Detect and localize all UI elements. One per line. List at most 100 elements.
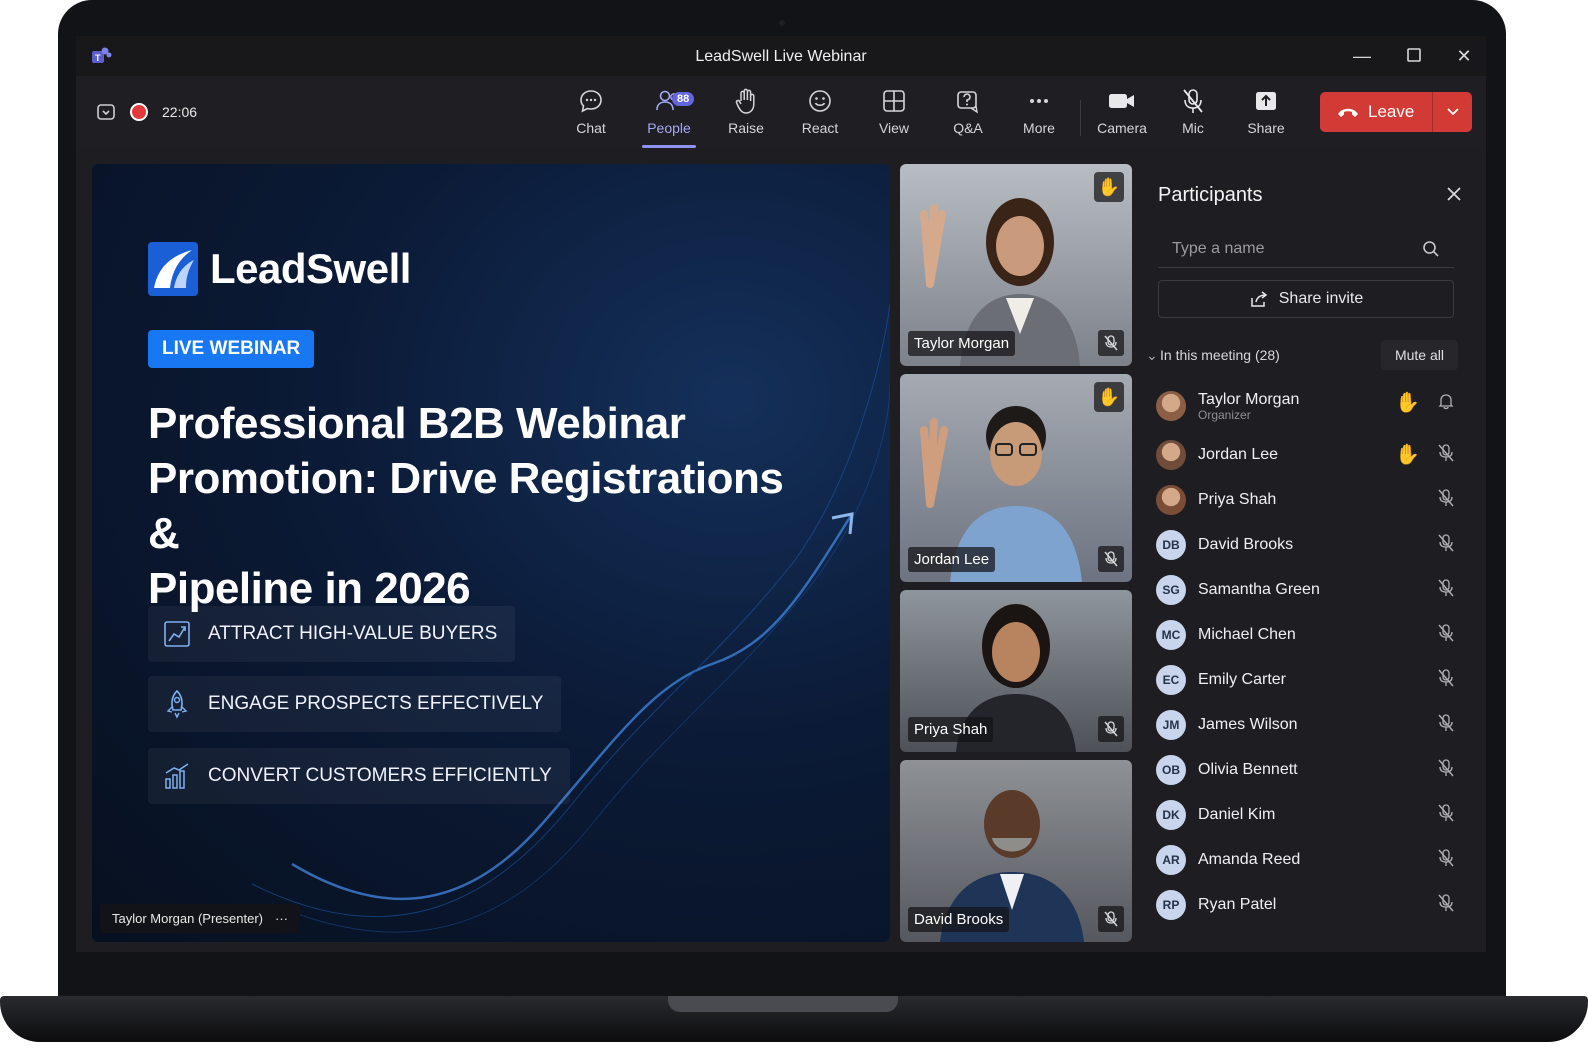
react-button[interactable]: React xyxy=(787,86,853,146)
more-icon xyxy=(1030,99,1048,103)
close-panel-icon[interactable] xyxy=(1442,182,1466,206)
people-button[interactable]: 88 People xyxy=(636,86,702,148)
share-invite-icon xyxy=(1251,291,1267,307)
muted-mic-icon[interactable] xyxy=(1438,669,1454,692)
participant-row[interactable]: Taylor Morgan Organizer ✋ xyxy=(1156,380,1456,432)
qa-button[interactable]: Q&A xyxy=(935,86,1001,146)
participant-name: James Wilson xyxy=(1198,715,1298,733)
chat-button[interactable]: Chat xyxy=(558,86,624,146)
muted-mic-icon xyxy=(1098,330,1124,356)
video-tile-priya[interactable]: Priya Shah xyxy=(900,590,1132,752)
avatar: DK xyxy=(1156,799,1186,830)
participant-role: Organizer xyxy=(1198,408,1251,422)
participant-name: Priya Shah xyxy=(1198,490,1277,508)
presenter-more-icon[interactable]: ··· xyxy=(275,911,288,926)
share-button[interactable]: Share xyxy=(1233,86,1299,146)
participant-row[interactable]: DB David Brooks xyxy=(1156,522,1456,567)
presenter-tag: Taylor Morgan (Presenter) ··· xyxy=(100,904,300,933)
avatar xyxy=(1156,484,1186,515)
muted-mic-icon[interactable] xyxy=(1438,579,1454,602)
participant-list: Taylor Morgan Organizer ✋ Jordan Lee ✋ Priya … xyxy=(1156,380,1456,927)
participant-name: David Brooks xyxy=(1198,535,1294,553)
muted-mic-icon[interactable] xyxy=(1438,624,1454,647)
leadswell-logo-icon xyxy=(148,242,198,296)
hand-icon: ✋ xyxy=(1097,176,1121,197)
participant-name: Jordan Lee xyxy=(1198,445,1279,463)
brand-logo: LeadSwell xyxy=(148,242,411,296)
muted-mic-icon xyxy=(1098,716,1124,742)
avatar: RP xyxy=(1156,889,1186,920)
mic-off-icon xyxy=(1183,89,1203,113)
participant-name: Emily Carter xyxy=(1198,670,1287,688)
participant-name: Ryan Patel xyxy=(1198,895,1277,913)
participant-row[interactable]: SG Samantha Green xyxy=(1156,567,1456,612)
raise-hand-button[interactable]: Raise xyxy=(713,86,779,146)
notification-bell-icon[interactable] xyxy=(1438,392,1454,415)
brand-name: LeadSwell xyxy=(210,245,411,292)
chat-icon xyxy=(580,90,602,113)
in-meeting-section[interactable]: ⌄ In this meeting (28) Mute all xyxy=(1146,340,1458,370)
avatar: DB xyxy=(1156,529,1186,560)
view-button[interactable]: View xyxy=(861,86,927,146)
shared-screen-slide: LeadSwell LIVE WEBINAR Professional B2B … xyxy=(92,164,890,942)
participant-name: Taylor Morgan xyxy=(1198,391,1300,408)
share-invite-button[interactable]: Share invite xyxy=(1158,280,1454,318)
muted-mic-icon[interactable] xyxy=(1438,444,1454,467)
participant-row[interactable]: Priya Shah xyxy=(1156,477,1456,522)
panel-title: Participants xyxy=(1158,184,1263,206)
leave-button[interactable]: Leave xyxy=(1320,92,1472,132)
participant-name: Samantha Green xyxy=(1198,580,1320,598)
recording-status: 22:06 xyxy=(96,102,197,122)
video-tile-jordan[interactable]: ✋ Jordan Lee xyxy=(900,374,1132,582)
target-chart-icon xyxy=(164,621,190,647)
muted-mic-icon[interactable] xyxy=(1438,894,1454,917)
toolbar-divider xyxy=(1080,100,1081,136)
video-tile-taylor[interactable]: ✋ Taylor Morgan xyxy=(900,164,1132,366)
hand-icon: ✋ xyxy=(1097,386,1121,407)
feature-engage: ENGAGE PROSPECTS EFFECTIVELY xyxy=(148,676,562,732)
participant-row[interactable]: MC Michael Chen xyxy=(1156,612,1456,657)
participant-row[interactable]: EC Emily Carter xyxy=(1156,657,1456,702)
participant-row[interactable]: AR Amanda Reed xyxy=(1156,837,1456,882)
camera-icon xyxy=(1109,94,1134,108)
participant-row[interactable]: OB Olivia Bennett xyxy=(1156,747,1456,792)
mic-button[interactable]: Mic xyxy=(1160,86,1226,146)
avatar: MC xyxy=(1156,619,1186,650)
raised-hand-icon: ✋ xyxy=(1395,444,1420,466)
window-title: LeadSwell Live Webinar xyxy=(695,48,867,65)
avatar: JM xyxy=(1156,709,1186,740)
participant-row[interactable]: JM James Wilson xyxy=(1156,702,1456,747)
avatar xyxy=(1156,391,1186,421)
mute-all-button[interactable]: Mute all xyxy=(1380,340,1458,370)
muted-mic-icon[interactable] xyxy=(1438,714,1454,737)
muted-mic-icon[interactable] xyxy=(1438,804,1454,827)
participants-panel: Participants Type a name Share invite ⌄ … xyxy=(1142,164,1478,942)
participant-row[interactable]: DK Daniel Kim xyxy=(1156,792,1456,837)
minimize-button[interactable]: — xyxy=(1350,44,1374,68)
participant-row[interactable]: Jordan Lee ✋ xyxy=(1156,432,1456,477)
raised-hand-indicator: ✋ xyxy=(1094,382,1124,412)
avatar: OB xyxy=(1156,754,1186,785)
video-tile-david[interactable]: David Brooks xyxy=(900,760,1132,942)
muted-mic-icon[interactable] xyxy=(1438,534,1454,557)
muted-mic-icon[interactable] xyxy=(1438,849,1454,872)
meeting-info-icon[interactable] xyxy=(96,102,116,122)
leave-options-chevron-icon[interactable] xyxy=(1433,102,1472,122)
more-button[interactable]: More xyxy=(1006,86,1072,146)
grid-icon xyxy=(883,90,905,112)
maximize-button[interactable] xyxy=(1402,44,1426,68)
muted-mic-icon[interactable] xyxy=(1438,489,1454,512)
feature-attract: ATTRACT HIGH-VALUE BUYERS xyxy=(148,606,516,662)
feature-convert: CONVERT CUSTOMERS EFFICIENTLY xyxy=(148,748,570,804)
participant-name: Michael Chen xyxy=(1198,625,1296,643)
camera-button[interactable]: Camera xyxy=(1089,86,1155,146)
slide-headline: Professional B2B Webinar Promotion: Driv… xyxy=(148,399,784,613)
participant-name: Olivia Bennett xyxy=(1198,760,1298,778)
participant-row[interactable]: RP Ryan Patel xyxy=(1156,882,1456,927)
chevron-down-icon: ⌄ xyxy=(1146,346,1158,363)
muted-mic-icon[interactable] xyxy=(1438,759,1454,782)
close-window-button[interactable]: ✕ xyxy=(1452,44,1476,68)
participant-search-input[interactable]: Type a name xyxy=(1158,230,1454,268)
meeting-window: T LeadSwell Live Webinar — ✕ 22:06 Chat … xyxy=(76,36,1486,952)
search-icon xyxy=(1423,241,1439,257)
